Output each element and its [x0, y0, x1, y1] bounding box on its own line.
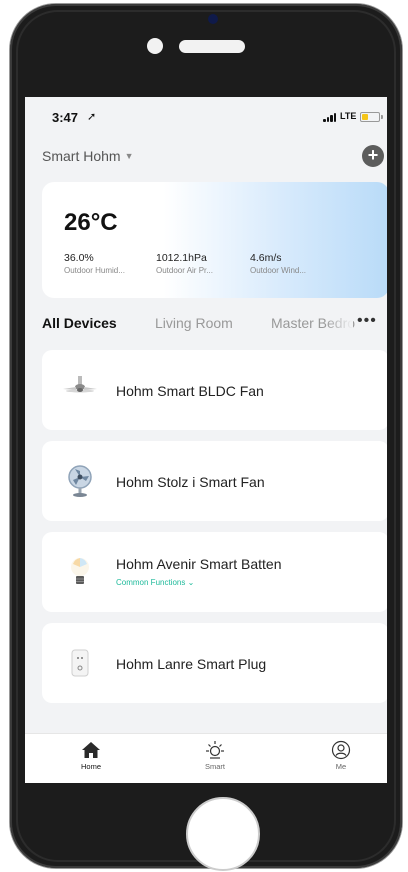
tab-me[interactable]: Me [311, 740, 371, 771]
caret-down-icon: ▼ [124, 151, 134, 161]
front-camera [147, 38, 163, 54]
smart-plug-icon [71, 649, 89, 677]
device-name: Hohm Avenir Smart Batten [116, 556, 282, 572]
tab-smart-label: Smart [204, 762, 225, 771]
humidity-value: 36.0% [64, 252, 94, 264]
front-sensor [208, 14, 218, 24]
tab-home-label: Home [80, 762, 101, 771]
battery-icon [360, 112, 380, 122]
home-header: Smart Hohm ▼ + [42, 145, 384, 169]
bulb-icon [71, 558, 89, 584]
common-functions-link[interactable]: Common Functions ⌄ [116, 578, 194, 587]
humidity-stat: 36.0% Outdoor Humid... [64, 252, 154, 275]
bottom-tab-bar: Home Smart Me [25, 733, 387, 783]
network-type: LTE [340, 111, 357, 121]
location-arrow-icon: ➚ [87, 111, 97, 123]
tab-fade [325, 315, 353, 337]
add-device-button[interactable]: + [362, 145, 384, 167]
signal-icon [323, 113, 337, 122]
home-selector[interactable]: Smart Hohm ▼ [42, 148, 134, 164]
tab-all-devices[interactable]: All Devices [42, 315, 117, 331]
phone-home-button[interactable] [186, 797, 260, 871]
app-screen: 3:47 ➚ LTE Smart Hohm ▼ + 26°C 36.0% Out… [25, 97, 387, 783]
common-functions-label: Common Functions [116, 578, 186, 587]
device-name: Hohm Stolz i Smart Fan [116, 474, 265, 490]
air-pressure-value: 1012.1hPa [156, 252, 207, 264]
tab-me-label: Me [335, 762, 347, 771]
home-name: Smart Hohm [42, 148, 121, 164]
battery-level [362, 114, 368, 120]
table-fan-icon [68, 465, 92, 497]
ceiling-fan-icon [63, 376, 97, 393]
more-icon[interactable]: ••• [357, 312, 377, 330]
user-icon [331, 740, 351, 760]
tab-smart[interactable]: Smart [185, 740, 245, 771]
room-tabs: All Devices Living Room Master Bedro ••• [25, 312, 387, 337]
sun-icon [206, 741, 224, 759]
device-card[interactable]: Hohm Smart BLDC Fan [42, 350, 387, 430]
wind-label: Outdoor Wind... [250, 266, 307, 275]
wind-value: 4.6m/s [250, 252, 282, 264]
outdoor-temperature: 26°C [64, 209, 118, 236]
home-icon [82, 742, 100, 758]
status-time: 3:47 [52, 110, 79, 125]
air-pressure-stat: 1012.1hPa Outdoor Air Pr... [156, 252, 246, 275]
weather-card[interactable]: 26°C 36.0% Outdoor Humid... 1012.1hPa Ou… [42, 182, 387, 298]
device-name: Hohm Smart BLDC Fan [116, 383, 264, 399]
chevron-down-icon: ⌄ [187, 578, 195, 587]
earpiece-speaker [179, 40, 245, 53]
device-card[interactable]: Hohm Stolz i Smart Fan [42, 441, 387, 521]
device-name: Hohm Lanre Smart Plug [116, 656, 267, 672]
tab-home[interactable]: Home [61, 740, 121, 771]
device-card[interactable]: Hohm Avenir Smart Batten Common Function… [42, 532, 387, 612]
tab-living-room[interactable]: Living Room [155, 315, 233, 331]
humidity-label: Outdoor Humid... [64, 266, 125, 275]
status-bar: 3:47 ➚ LTE [25, 97, 387, 137]
wind-stat: 4.6m/s Outdoor Wind... [250, 252, 340, 275]
air-pressure-label: Outdoor Air Pr... [156, 266, 213, 275]
battery-tip [381, 115, 383, 119]
device-card[interactable]: Hohm Lanre Smart Plug [42, 623, 387, 703]
